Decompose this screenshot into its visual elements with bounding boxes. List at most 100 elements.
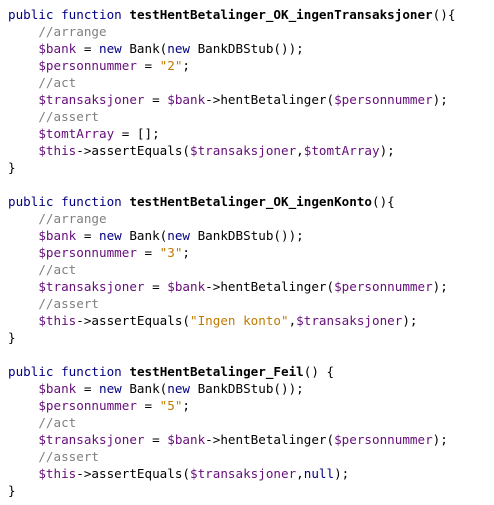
code-text-token: ->hentBetalinger( (205, 279, 335, 294)
code-text-token: = (76, 41, 100, 56)
code-text-token: BankDBStub()); (190, 41, 304, 56)
code-line[interactable]: public function testHentBetalinger_Feil(… (8, 363, 494, 380)
function-name-token: testHentBetalinger_OK_ingenTransaksjoner (129, 7, 433, 22)
code-line[interactable]: $this->assertEquals($transaksjoner,$tomt… (8, 142, 494, 159)
code-text-token: = []; (114, 126, 160, 141)
code-text-token: } (8, 330, 16, 345)
variable-token: $personnummer (38, 58, 137, 73)
code-text-token: () { (303, 364, 335, 379)
keyword-token: new (99, 41, 122, 56)
code-text-token: ->hentBetalinger( (205, 432, 335, 447)
code-line[interactable]: $tomtArray = []; (8, 125, 494, 142)
code-text-token: ->assertEquals( (76, 143, 190, 158)
code-text-token: Bank( (121, 228, 168, 243)
code-line[interactable]: } (8, 329, 494, 346)
keyword-token: function (61, 7, 122, 22)
keyword-token: new (167, 41, 191, 56)
code-editor[interactable]: public function testHentBetalinger_OK_in… (8, 6, 494, 499)
code-line[interactable]: //act (8, 414, 494, 431)
comment-token: //assert (38, 296, 100, 311)
code-text-token: ; (182, 245, 191, 260)
code-line[interactable]: $bank = new Bank(new BankDBStub()); (8, 380, 494, 397)
code-text-token: ); (379, 143, 395, 158)
code-line[interactable]: } (8, 159, 494, 176)
keyword-token: new (167, 228, 191, 243)
function-name-token: testHentBetalinger_OK_ingenKonto (129, 194, 372, 209)
code-line[interactable]: public function testHentBetalinger_OK_in… (8, 6, 494, 23)
comment-token: //act (38, 75, 77, 90)
code-line[interactable]: //assert (8, 295, 494, 312)
comment-token: //arrange (38, 24, 107, 39)
code-line[interactable]: //assert (8, 108, 494, 125)
code-text-token: ); (432, 92, 448, 107)
code-text-token: = (76, 381, 100, 396)
code-text-token: ); (402, 313, 418, 328)
variable-token: $bank (167, 279, 206, 294)
code-line[interactable]: $personnummer = "2"; (8, 57, 494, 74)
code-text-token: ->assertEquals( (76, 466, 190, 481)
code-line[interactable]: //arrange (8, 23, 494, 40)
string-token: "Ingen konto" (190, 313, 289, 328)
code-text-token: = (136, 398, 160, 413)
keyword-token: public (8, 7, 54, 22)
keyword-token: public (8, 194, 54, 209)
code-line[interactable]: $personnummer = "3"; (8, 244, 494, 261)
keyword-token: public (8, 364, 54, 379)
code-text-token: ); (334, 466, 350, 481)
variable-token: $personnummer (334, 279, 433, 294)
code-text-token: } (8, 160, 16, 175)
variable-token: $transaksjoner (190, 466, 297, 481)
variable-token: $bank (38, 228, 77, 243)
variable-token: $transaksjoner (38, 92, 145, 107)
code-text-token: ); (432, 432, 448, 447)
code-line[interactable]: $personnummer = "5"; (8, 397, 494, 414)
code-line[interactable]: $bank = new Bank(new BankDBStub()); (8, 227, 494, 244)
comment-token: //act (38, 262, 77, 277)
keyword-token: function (61, 364, 122, 379)
code-line[interactable]: $bank = new Bank(new BankDBStub()); (8, 40, 494, 57)
code-line[interactable]: } (8, 482, 494, 499)
code-text-token: = (76, 228, 100, 243)
variable-token: $transaksjoner (38, 279, 145, 294)
code-text-token: = (144, 279, 168, 294)
code-line[interactable]: $transaksjoner = $bank->hentBetalinger($… (8, 278, 494, 295)
code-line[interactable]: $this->assertEquals("Ingen konto",$trans… (8, 312, 494, 329)
variable-token: $bank (38, 381, 77, 396)
code-line[interactable]: $transaksjoner = $bank->hentBetalinger($… (8, 431, 494, 448)
code-line[interactable] (8, 346, 494, 363)
code-line[interactable]: $transaksjoner = $bank->hentBetalinger($… (8, 91, 494, 108)
code-line[interactable]: //act (8, 261, 494, 278)
code-text-token: } (8, 483, 16, 498)
code-line[interactable]: //arrange (8, 210, 494, 227)
variable-token: $this (38, 313, 77, 328)
code-text-token: (){ (432, 7, 456, 22)
variable-token: $personnummer (334, 432, 433, 447)
keyword-token: new (167, 381, 191, 396)
variable-token: $transaksjoner (296, 313, 403, 328)
code-text-token: BankDBStub()); (190, 228, 304, 243)
code-text-token: ->assertEquals( (76, 313, 190, 328)
keyword-token: function (61, 194, 122, 209)
variable-token: $this (38, 466, 77, 481)
variable-token: $bank (167, 92, 206, 107)
code-line[interactable]: //assert (8, 448, 494, 465)
code-line[interactable]: //act (8, 74, 494, 91)
code-line[interactable] (8, 176, 494, 193)
code-line[interactable]: public function testHentBetalinger_OK_in… (8, 193, 494, 210)
string-token: "2" (159, 58, 183, 73)
code-line[interactable]: $this->assertEquals($transaksjoner,null)… (8, 465, 494, 482)
